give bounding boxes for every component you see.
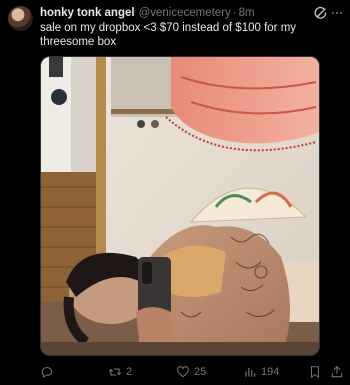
display-name[interactable]: honky tonk angel xyxy=(40,6,135,20)
separator-dot: · xyxy=(232,7,237,19)
bookmark-icon xyxy=(310,366,320,378)
tweet[interactable]: honky tonk angel @venicecemetery · 8m sa… xyxy=(0,0,350,385)
share-button[interactable] xyxy=(330,364,344,380)
tweet-header: honky tonk angel @venicecemetery · 8m xyxy=(40,6,320,20)
like-button[interactable]: 25 xyxy=(176,364,206,380)
repost-count: 2 xyxy=(126,366,133,378)
repost-button[interactable]: 2 xyxy=(108,364,132,380)
views-count: 194 xyxy=(261,366,280,378)
reply-button[interactable] xyxy=(40,364,58,380)
repost-icon xyxy=(108,368,122,376)
user-handle[interactable]: @venicecemetery xyxy=(139,6,231,20)
share-icon xyxy=(331,366,343,378)
like-count: 25 xyxy=(194,366,207,378)
tweet-text: sale on my dropbox <3 $70 instead of $10… xyxy=(40,22,297,48)
avatar[interactable] xyxy=(8,6,33,31)
tweet-image[interactable] xyxy=(40,56,320,356)
more-icon[interactable] xyxy=(330,6,344,20)
like-icon xyxy=(177,366,189,378)
reply-icon xyxy=(41,367,53,378)
mirror-selfie-photo xyxy=(41,57,319,355)
views-button[interactable]: 194 xyxy=(243,364,279,380)
action-bar: 2 25 194 xyxy=(40,364,343,380)
views-icon xyxy=(245,367,256,377)
grok-icon[interactable] xyxy=(314,6,328,20)
timestamp[interactable]: 8m xyxy=(239,6,255,20)
bookmark-button[interactable] xyxy=(308,364,322,380)
